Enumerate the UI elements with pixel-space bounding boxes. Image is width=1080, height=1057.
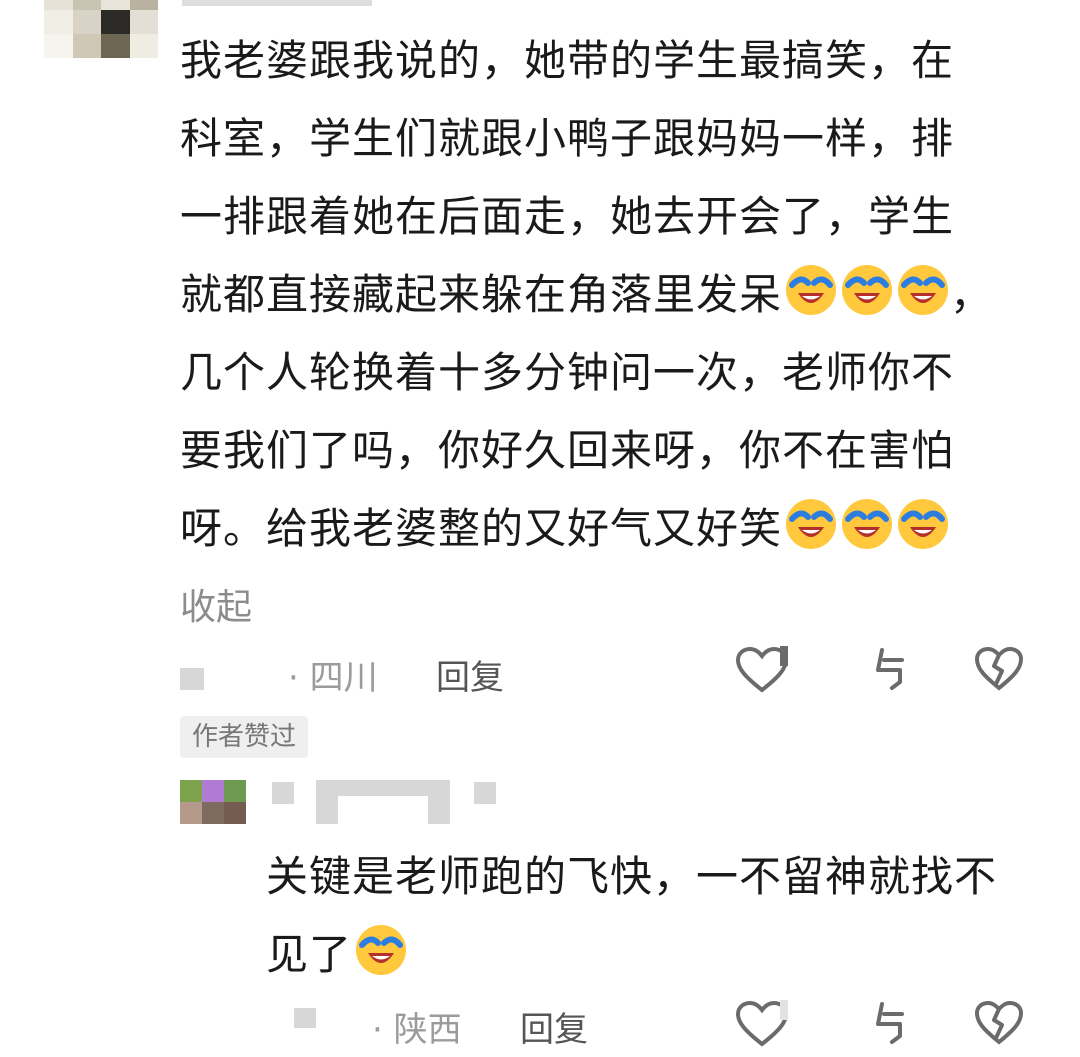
comment-line-text: 就都直接藏起来躲在角落里发呆 — [180, 270, 783, 319]
comment-line: 几个人轮换着十多分钟问一次，老师你不 — [180, 348, 955, 397]
comment-line: 科室，学生们就跟小鸭子跟妈妈一样，排 — [180, 114, 955, 163]
avatar[interactable] — [180, 780, 246, 824]
collapse-link[interactable]: 收起 — [180, 578, 252, 630]
laughing-crying-emoji — [898, 265, 949, 315]
location-label: · 陕西 — [372, 1010, 462, 1050]
username-obscured[interactable] — [428, 796, 450, 824]
heart-outline-icon[interactable] — [734, 1000, 790, 1048]
laughing-crying-emoji — [786, 265, 837, 315]
comment-line-with-emoji: 见了 — [266, 916, 997, 994]
reply-text: 关键是老师跑的飞快，一不留神就找不 见了 — [266, 838, 997, 994]
laughing-crying-emoji — [786, 499, 837, 549]
comment-line-text: 呀。给我老婆整的又好气又好笑 — [180, 504, 783, 553]
comment-line: 关键是老师跑的飞快，一不留神就找不 — [266, 852, 998, 901]
avatar[interactable] — [44, 0, 158, 58]
broken-heart-icon[interactable] — [974, 1000, 1024, 1046]
username-obscured[interactable] — [316, 780, 450, 796]
username-obscured[interactable] — [474, 782, 496, 804]
laughing-crying-emoji — [898, 499, 949, 549]
comment-line: 要我们了吗，你好久回来呀，你不在害怕 — [180, 426, 955, 475]
comment-line: 一排跟着她在后面走，她去开会了，学生 — [180, 192, 955, 241]
reply-button[interactable]: 回复 — [436, 650, 504, 699]
heart-outline-icon[interactable] — [734, 646, 790, 694]
laughing-crying-emoji — [842, 265, 893, 315]
comment-line-with-emoji: 就都直接藏起来躲在角落里发呆 ， — [180, 256, 993, 334]
username-obscured[interactable] — [316, 796, 338, 824]
broken-heart-icon[interactable] — [974, 646, 1024, 692]
share-icon[interactable] — [872, 648, 908, 692]
comment-line: 我老婆跟我说的，她带的学生最搞笑，在 — [180, 36, 955, 85]
timestamp-obscured — [294, 1008, 316, 1028]
author-liked-badge: 作者赞过 — [180, 716, 309, 758]
username-obscured[interactable] — [182, 0, 372, 6]
comment-line-punctuation: ， — [950, 270, 994, 319]
comment-line-text: 见了 — [266, 930, 353, 979]
timestamp-obscured — [180, 668, 204, 690]
share-icon[interactable] — [872, 1002, 908, 1046]
laughing-crying-emoji — [356, 925, 407, 975]
location-label: · 四川 — [288, 658, 378, 698]
comment-text: 我老婆跟我说的，她带的学生最搞笑，在 科室，学生们就跟小鸭子跟妈妈一样，排 一排… — [180, 22, 993, 568]
laughing-crying-emoji — [842, 499, 893, 549]
comment-line-with-emoji: 呀。给我老婆整的又好气又好笑 — [180, 490, 993, 568]
reply-button[interactable]: 回复 — [520, 1002, 588, 1051]
username-obscured[interactable] — [272, 782, 294, 804]
